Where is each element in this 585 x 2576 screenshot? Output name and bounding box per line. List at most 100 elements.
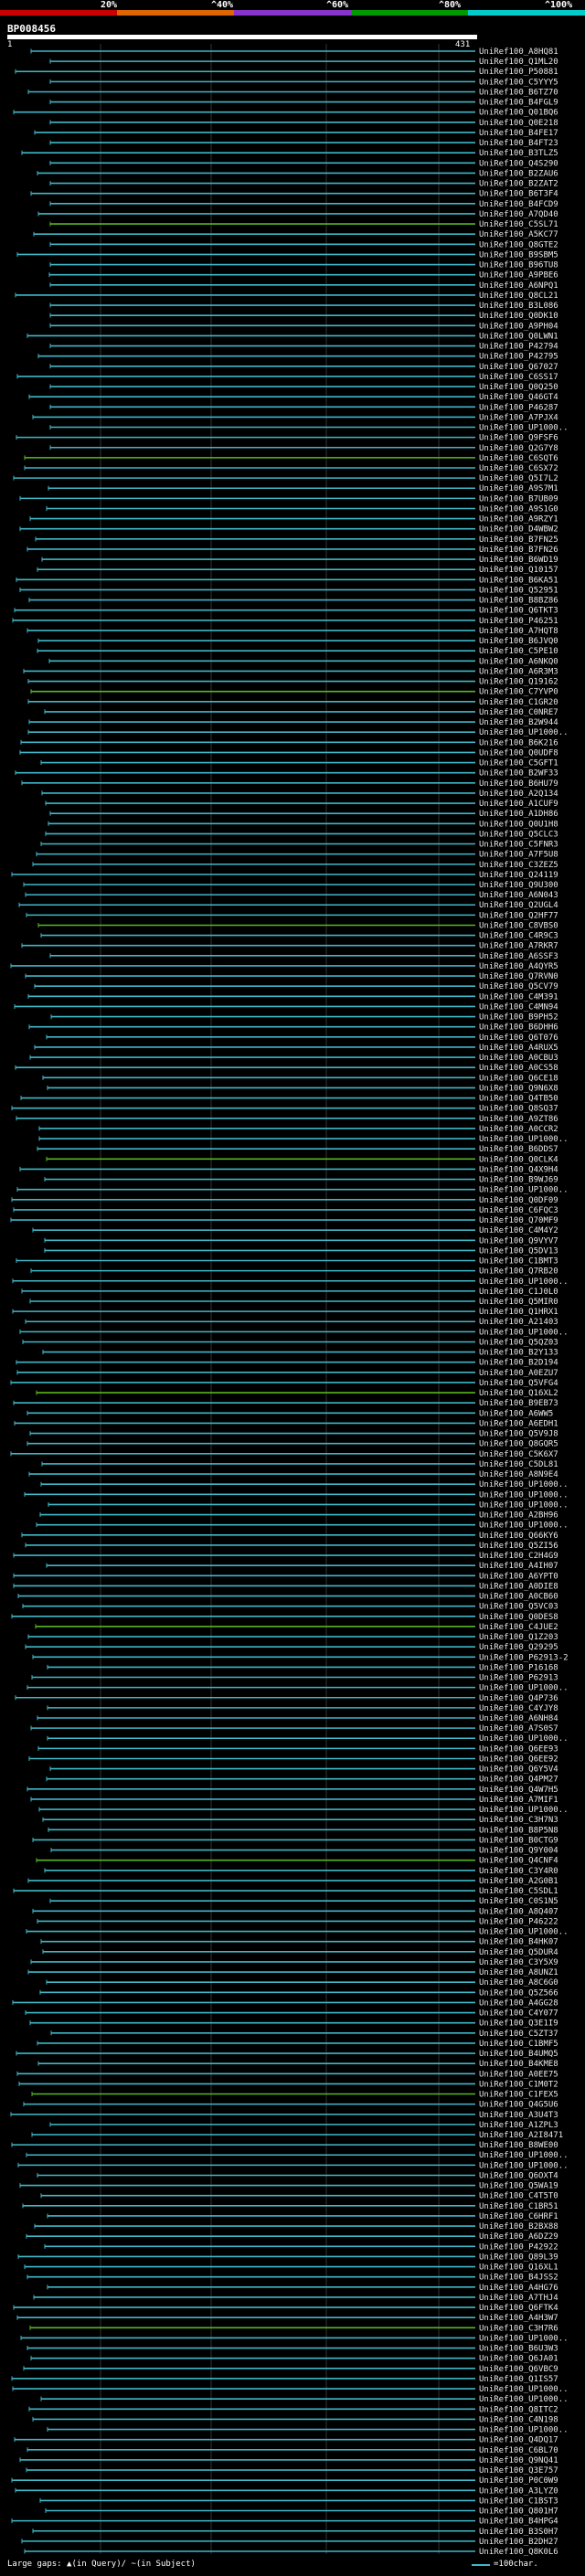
hit-label[interactable]: UniRef100_Q5QZ03: [479, 1338, 558, 1347]
hit-label[interactable]: UniRef100_C4JUE2: [479, 1623, 558, 1632]
hit-label[interactable]: UniRef100_UP1000..: [479, 1684, 569, 1693]
hit-label[interactable]: UniRef100_Q9FSF6: [479, 434, 558, 443]
hit-label[interactable]: UniRef100_UP1000..: [479, 2161, 569, 2170]
hit-label[interactable]: UniRef100_Q8CL21: [479, 292, 558, 301]
hit-label[interactable]: UniRef100_Q1Z203: [479, 1633, 558, 1642]
hit-label[interactable]: UniRef100_B4JSS2: [479, 2274, 558, 2283]
hit-label[interactable]: UniRef100_Q8ITC2: [479, 2405, 558, 2414]
hit-label[interactable]: UniRef100_A6SSF3: [479, 952, 558, 961]
hit-label[interactable]: UniRef100_Q0UDF8: [479, 748, 558, 758]
hit-label[interactable]: UniRef100_P46287: [479, 403, 558, 412]
hit-label[interactable]: UniRef100_Q5CLC3: [479, 830, 558, 839]
hit-label[interactable]: UniRef100_C1M0T2: [479, 2080, 558, 2089]
hit-label[interactable]: UniRef100_B8BZ86: [479, 597, 558, 606]
hit-label[interactable]: UniRef100_A6NH84: [479, 1714, 558, 1723]
hit-label[interactable]: UniRef100_P46222: [479, 1917, 558, 1926]
hit-label[interactable]: UniRef100_B3S0H7: [479, 2528, 558, 2537]
hit-label[interactable]: UniRef100_Q6TKT3: [479, 607, 558, 616]
hit-label[interactable]: UniRef100_Q5MIR0: [479, 1298, 558, 1307]
hit-label[interactable]: UniRef100_B9EB73: [479, 1399, 558, 1408]
hit-label[interactable]: UniRef100_A6EDH1: [479, 1419, 558, 1428]
hit-label[interactable]: UniRef100_B2WF33: [479, 769, 558, 779]
hit-label[interactable]: UniRef100_B4UMQ5: [479, 2050, 558, 2059]
hit-label[interactable]: UniRef100_C3Y4R0: [479, 1867, 558, 1876]
hit-label[interactable]: UniRef100_A9PH04: [479, 322, 558, 331]
hit-label[interactable]: UniRef100_A0CS58: [479, 1064, 558, 1073]
hit-label[interactable]: UniRef100_A4QYR5: [479, 962, 558, 971]
hit-label[interactable]: UniRef100_B4HK07: [479, 1938, 558, 1947]
hit-label[interactable]: UniRef100_C5GFT1: [479, 759, 558, 769]
hit-label[interactable]: UniRef100_A1DH86: [479, 810, 558, 819]
hit-label[interactable]: UniRef100_UP1000..: [479, 2395, 569, 2404]
hit-label[interactable]: UniRef100_C1GR20: [479, 698, 558, 707]
hit-label[interactable]: UniRef100_Q8SQ37: [479, 1105, 558, 1114]
hit-label[interactable]: UniRef100_A6NKQ0: [479, 657, 558, 666]
hit-label[interactable]: UniRef100_A21403: [479, 1318, 558, 1327]
hit-label[interactable]: UniRef100_Q52951: [479, 586, 558, 595]
hit-label[interactable]: UniRef100_C8VBS0: [479, 921, 558, 930]
hit-label[interactable]: UniRef100_Q1IS57: [479, 2375, 558, 2384]
hit-label[interactable]: UniRef100_A7QD40: [479, 210, 558, 219]
hit-label[interactable]: UniRef100_B7FN26: [479, 546, 558, 555]
hit-label[interactable]: UniRef100_Q5WA19: [479, 2182, 558, 2191]
hit-label[interactable]: UniRef100_UP1000..: [479, 2426, 569, 2435]
hit-label[interactable]: UniRef100_A0DIE8: [479, 1582, 558, 1591]
hit-label[interactable]: UniRef100_P42922: [479, 2242, 558, 2252]
hit-label[interactable]: UniRef100_C0S1N5: [479, 1897, 558, 1906]
hit-label[interactable]: UniRef100_Q8GTE2: [479, 240, 558, 249]
hit-label[interactable]: UniRef100_Q5VC03: [479, 1603, 558, 1612]
hit-label[interactable]: UniRef100_Q4P736: [479, 1694, 558, 1703]
hit-label[interactable]: UniRef100_Q5VFG4: [479, 1379, 558, 1388]
hit-label[interactable]: UniRef100_A7HQT8: [479, 627, 558, 636]
hit-label[interactable]: UniRef100_Q16XL2: [479, 1389, 558, 1398]
hit-label[interactable]: UniRef100_Q9NQ41: [479, 2456, 558, 2465]
hit-label[interactable]: UniRef100_Q5Z566: [479, 1988, 558, 1998]
hit-label[interactable]: UniRef100_Q6OXT4: [479, 2171, 558, 2180]
hit-label[interactable]: UniRef100_A1ZPL3: [479, 2121, 558, 2130]
hit-label[interactable]: UniRef100_Q2G7Y8: [479, 444, 558, 453]
hit-label[interactable]: UniRef100_Q89L39: [479, 2253, 558, 2262]
hit-label[interactable]: UniRef100_UP1000..: [479, 2151, 569, 2160]
hit-label[interactable]: UniRef100_Q2HF77: [479, 911, 558, 920]
hit-label[interactable]: UniRef100_Q6CE18: [479, 1074, 558, 1083]
hit-label[interactable]: UniRef100_B6K216: [479, 738, 558, 747]
hit-label[interactable]: UniRef100_C5YYY5: [479, 78, 558, 87]
hit-label[interactable]: UniRef100_UP1000..: [479, 1480, 569, 1489]
hit-label[interactable]: UniRef100_UP1000..: [479, 1521, 569, 1531]
hit-label[interactable]: UniRef100_A2BH96: [479, 1511, 558, 1521]
hit-label[interactable]: UniRef100_B3L086: [479, 302, 558, 311]
hit-label[interactable]: UniRef100_B2DH27: [479, 2538, 558, 2547]
hit-label[interactable]: UniRef100_C6SX72: [479, 464, 558, 473]
hit-label[interactable]: UniRef100_A7F5U8: [479, 851, 558, 860]
hit-label[interactable]: UniRef100_C4M391: [479, 992, 558, 1002]
hit-label[interactable]: UniRef100_B7FN25: [479, 535, 558, 545]
hit-label[interactable]: UniRef100_C4M4Y2: [479, 1226, 558, 1235]
hit-label[interactable]: UniRef100_Q0E218: [479, 119, 558, 128]
hit-label[interactable]: UniRef100_Q4PM27: [479, 1776, 558, 1785]
hit-label[interactable]: UniRef100_A6R3M3: [479, 667, 558, 676]
hit-label[interactable]: UniRef100_B4FT23: [479, 139, 558, 148]
hit-label[interactable]: UniRef100_P62913-2: [479, 1653, 569, 1662]
hit-label[interactable]: UniRef100_A8Q407: [479, 1907, 558, 1916]
hit-label[interactable]: UniRef100_B2D194: [479, 1359, 558, 1368]
hit-label[interactable]: UniRef100_A7RKR7: [479, 942, 558, 951]
hit-label[interactable]: UniRef100_A4GG28: [479, 1998, 558, 2008]
hit-label[interactable]: UniRef100_UP1000..: [479, 1490, 569, 1500]
hit-label[interactable]: UniRef100_C5ZT37: [479, 2030, 558, 2039]
hit-label[interactable]: UniRef100_Q5DV13: [479, 1246, 558, 1256]
hit-label[interactable]: UniRef100_A9S1G0: [479, 504, 558, 514]
hit-label[interactable]: UniRef100_C4N198: [479, 2415, 558, 2424]
hit-label[interactable]: UniRef100_C6BL70: [479, 2446, 558, 2455]
hit-label[interactable]: UniRef100_A4RUX5: [479, 1044, 558, 1053]
hit-label[interactable]: UniRef100_A6WW5: [479, 1409, 553, 1418]
hit-label[interactable]: UniRef100_D4WBW2: [479, 525, 558, 535]
hit-label[interactable]: UniRef100_C4YJY8: [479, 1704, 558, 1713]
hit-label[interactable]: UniRef100_A0EZU7: [479, 1369, 558, 1378]
hit-label[interactable]: UniRef100_P42795: [479, 353, 558, 362]
hit-label[interactable]: UniRef100_Q1HRX1: [479, 1308, 558, 1317]
hit-label[interactable]: UniRef100_C4MN94: [479, 1002, 558, 1012]
hit-label[interactable]: UniRef100_Q4X9H4: [479, 1165, 558, 1174]
hit-label[interactable]: UniRef100_Q70MF9: [479, 1216, 558, 1225]
hit-label[interactable]: UniRef100_UP1000..: [479, 1734, 569, 1744]
hit-label[interactable]: UniRef100_C0NRE7: [479, 708, 558, 717]
